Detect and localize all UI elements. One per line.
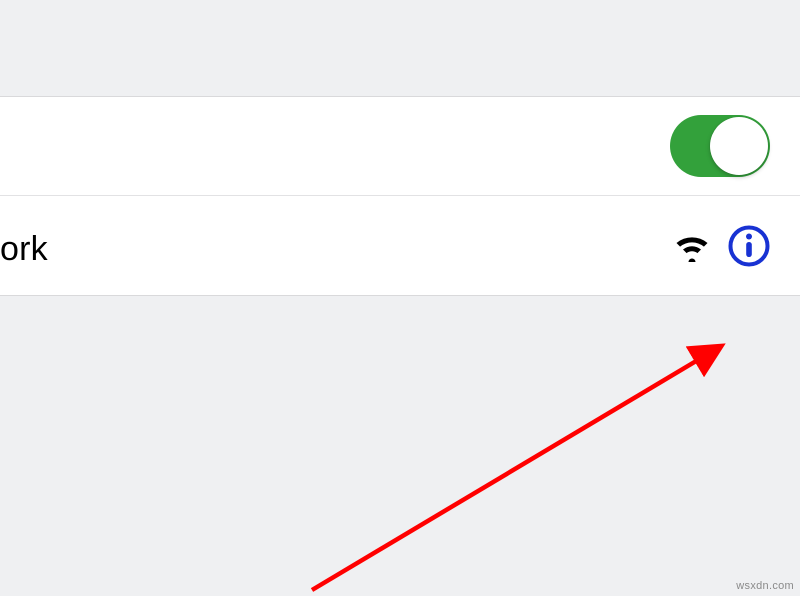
watermark: wsxdn.com [736, 580, 794, 592]
settings-group: ork [0, 96, 800, 296]
wifi-network-row[interactable]: ork [0, 195, 800, 295]
toggle-knob [710, 117, 768, 175]
info-icon[interactable] [728, 225, 770, 267]
wifi-toggle[interactable] [670, 115, 770, 177]
wifi-signal-icon [672, 230, 712, 262]
network-row-accessories [672, 225, 770, 267]
wifi-toggle-row [0, 97, 800, 195]
network-name-label: ork [0, 230, 48, 295]
